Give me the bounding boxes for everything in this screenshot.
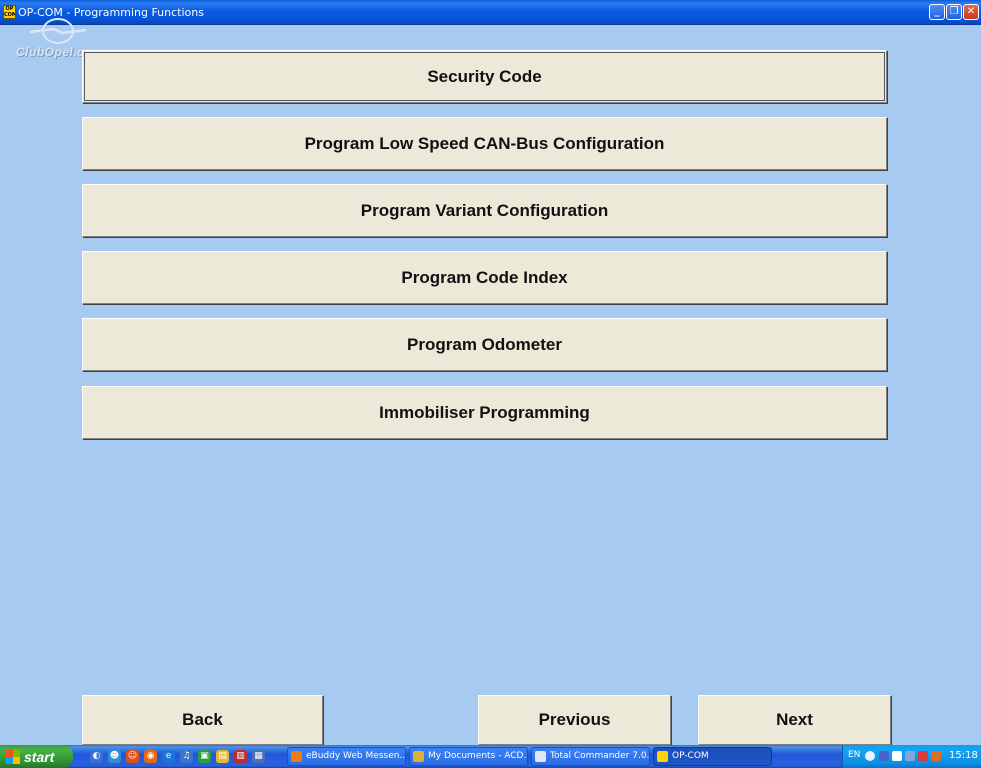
button-label: Next xyxy=(776,710,813,729)
program-variant-configuration-button[interactable]: Program Variant Configuration xyxy=(82,184,887,237)
button-label: Previous xyxy=(538,710,611,729)
tray-security-icon[interactable] xyxy=(918,751,928,761)
taskbar-item-my-documents[interactable]: My Documents - ACD... xyxy=(409,747,528,766)
tray-messenger-icon[interactable] xyxy=(892,751,902,761)
messenger-icon[interactable]: ☻ xyxy=(108,750,121,763)
system-tray: EN 15:18 xyxy=(842,745,981,768)
media-icon[interactable]: ♫ xyxy=(180,750,193,763)
button-label: Program Code Index xyxy=(401,267,568,287)
close-button[interactable]: ✕ xyxy=(963,4,979,20)
task-label: OP-COM xyxy=(672,751,709,761)
task-label: Total Commander 7.0... xyxy=(550,751,650,761)
immobiliser-programming-button[interactable]: Immobiliser Programming xyxy=(82,386,887,439)
program-odometer-button[interactable]: Program Odometer xyxy=(82,318,887,371)
taskbar-item-ebuddy[interactable]: eBuddy Web Messen... xyxy=(287,747,406,766)
task-label: eBuddy Web Messen... xyxy=(306,751,406,761)
save-icon[interactable]: ▦ xyxy=(252,750,265,763)
button-label: Program Variant Configuration xyxy=(360,200,609,220)
folder-icon[interactable]: ▤ xyxy=(216,750,229,763)
restore-button[interactable]: ❐ xyxy=(946,4,962,20)
start-label: start xyxy=(24,748,55,765)
ebuddy-icon xyxy=(291,751,302,762)
tray-app-icon[interactable] xyxy=(931,751,941,761)
button-label: Immobiliser Programming xyxy=(379,402,590,422)
firefox-icon[interactable]: ◉ xyxy=(144,750,157,763)
minimize-button[interactable]: _ xyxy=(929,4,945,20)
task-label: My Documents - ACD... xyxy=(428,751,528,761)
language-indicator[interactable]: EN xyxy=(848,750,860,760)
op-com-app-icon: OP COM xyxy=(3,5,16,19)
button-label: Security Code xyxy=(427,66,542,86)
internet-explorer-icon[interactable]: e xyxy=(162,750,175,763)
tray-network-icon[interactable] xyxy=(879,751,889,761)
start-button[interactable]: start xyxy=(0,745,73,768)
security-code-button[interactable]: Security Code xyxy=(82,50,887,103)
button-label: Back xyxy=(182,710,223,729)
button-label: Program Odometer xyxy=(407,334,562,354)
opel-logo-icon xyxy=(29,18,87,44)
op-com-task-icon xyxy=(657,751,668,762)
windows-flag-icon xyxy=(6,749,20,764)
program-low-speed-can-bus-button[interactable]: Program Low Speed CAN-Bus Configuration xyxy=(82,117,887,170)
taskbar-item-total-commander[interactable]: Total Commander 7.0... xyxy=(531,747,650,766)
previous-button[interactable]: Previous xyxy=(478,695,671,745)
smiley-icon[interactable]: ☺ xyxy=(126,750,139,763)
button-label: Program Low Speed CAN-Bus Configuration xyxy=(304,133,665,153)
acdsee-icon xyxy=(413,751,424,762)
taskbar-item-op-com[interactable]: OP-COM xyxy=(653,747,772,766)
window-titlebar[interactable]: OP COM OP-COM - Programming Functions _ … xyxy=(0,0,981,25)
clock[interactable]: 15:18 xyxy=(949,750,978,761)
tool-icon[interactable]: ▥ xyxy=(234,750,247,763)
taskbar: start ◐ ☻ ☺ ◉ e ♫ ▣ ▤ ▥ ▦ eBuddy Web Mes… xyxy=(0,745,981,768)
total-commander-icon xyxy=(535,751,546,762)
next-button[interactable]: Next xyxy=(698,695,891,745)
app-icon[interactable]: ▣ xyxy=(198,750,211,763)
program-code-index-button[interactable]: Program Code Index xyxy=(82,251,887,304)
back-button[interactable]: Back xyxy=(82,695,323,745)
tray-arrow-icon[interactable] xyxy=(865,751,875,761)
show-desktop-icon[interactable]: ◐ xyxy=(90,750,103,763)
tray-speaker-icon[interactable] xyxy=(905,751,915,761)
